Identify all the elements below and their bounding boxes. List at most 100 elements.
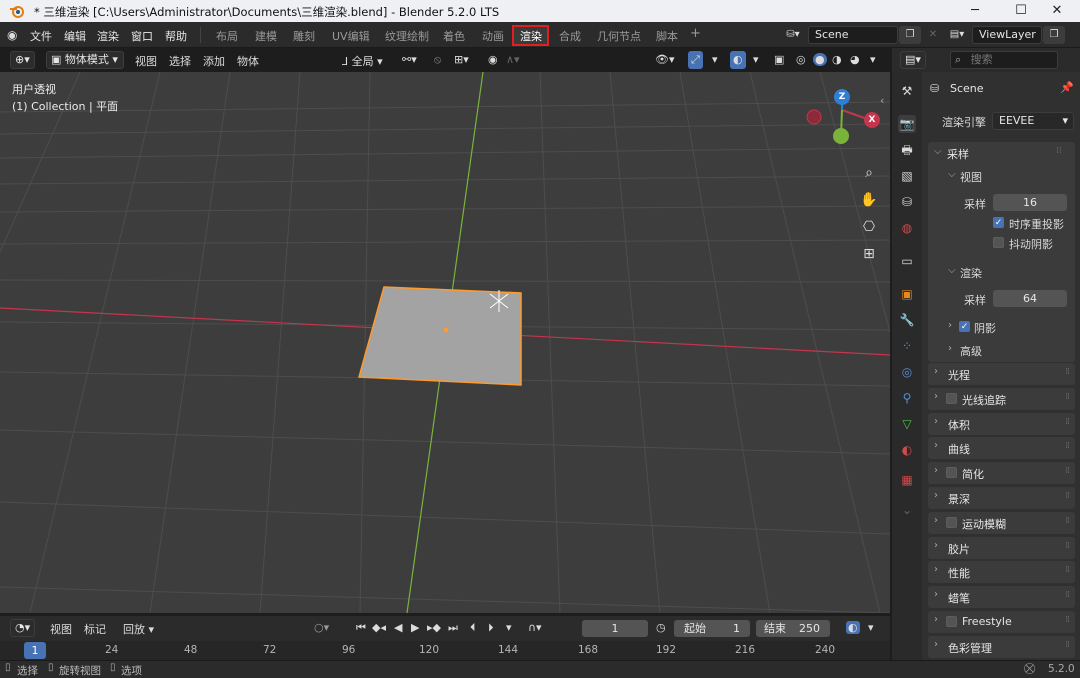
blender-menu-icon[interactable]: ◉ — [7, 28, 17, 42]
panel-4[interactable]: › 简化 ⁞⁞ — [928, 462, 1075, 485]
scene-tab-icon[interactable]: ⛁ — [898, 193, 916, 211]
panel-2[interactable]: › 体积 ⁞⁞ — [928, 412, 1075, 435]
tab-compositing[interactable]: 合成 — [559, 28, 581, 44]
timeline-editor-icon[interactable]: ◔▾ — [10, 619, 36, 637]
panel-enable-checkbox[interactable] — [946, 516, 957, 528]
keying-icon[interactable]: ○▾ — [314, 621, 329, 634]
sampling-collapse-icon[interactable]: ⌵ — [934, 146, 942, 157]
grip-icon[interactable]: ⁞⁞ — [1065, 392, 1070, 402]
render-engine-dropdown[interactable]: EEVEE ▾ — [992, 112, 1074, 130]
panel-0[interactable]: › 光程 ⁞⁞ — [928, 363, 1075, 385]
grip-icon[interactable]: ⁞⁞ — [1065, 491, 1070, 501]
sampling-title[interactable]: 采样 — [947, 146, 969, 162]
wireframe-shading-icon[interactable]: ◎ — [796, 53, 806, 66]
grip-icon[interactable]: ⁞⁞ — [1065, 516, 1070, 526]
new-view-layer-icon[interactable]: ❐ — [1043, 26, 1065, 44]
overlay-toggle-icon[interactable]: ◐ — [730, 51, 746, 69]
menu-help[interactable]: 帮助 — [165, 28, 187, 44]
render-subpanel-title[interactable]: 渲染 — [960, 265, 982, 281]
3d-viewport[interactable]: 用户透视 (1) Collection | 平面 Z X ⌕ ✋ ⎔ ⊞ ‹ — [0, 72, 890, 613]
shading-menu-icon[interactable]: ▾ — [870, 53, 876, 66]
current-frame-field[interactable]: 1 — [582, 620, 648, 637]
prev-frame-icon[interactable]: ⏴ — [470, 621, 476, 635]
viewport-subpanel-title[interactable]: 视图 — [960, 169, 982, 185]
constraints-tab-icon[interactable]: ⚲ — [898, 389, 916, 407]
sidebar-toggle-icon[interactable]: ‹ — [880, 94, 884, 107]
panel-8[interactable]: › 性能 ⁞⁞ — [928, 561, 1075, 584]
overlay-menu-icon[interactable]: ▾ — [753, 53, 759, 66]
panel-9[interactable]: › 蜡笔 ⁞⁞ — [928, 586, 1075, 609]
viewport-menu-select[interactable]: 选择 — [169, 53, 191, 69]
object-tab-icon[interactable]: ▣ — [898, 285, 916, 303]
grip-icon[interactable]: ⁞⁞ — [1065, 615, 1070, 625]
collection-tab-icon[interactable]: ▭ — [898, 252, 916, 270]
panel-1[interactable]: › 光线追踪 ⁞⁞ — [928, 387, 1075, 410]
grip-icon[interactable]: ⁞⁞ — [1065, 565, 1070, 575]
view-layer-selector-icon[interactable]: ▤▾ — [946, 26, 968, 44]
sampling-grip-icon[interactable]: ⁞⁞ — [1056, 146, 1062, 156]
scene-selector-icon[interactable]: ⛁▾ — [782, 26, 804, 44]
data-tab-icon[interactable]: ▽ — [898, 415, 916, 433]
mode-dropdown[interactable]: ▣ 物体模式 ▾ — [46, 51, 124, 69]
properties-search-input[interactable]: ⌕ 搜索 — [950, 51, 1058, 69]
editor-type-icon[interactable]: ⊕▾ — [10, 51, 35, 69]
view-layer-tab-icon[interactable]: ▧ — [898, 167, 916, 185]
shadows-expand-icon[interactable]: › — [948, 320, 952, 331]
viewport-subpanel-icon[interactable]: ⌵ — [948, 169, 956, 180]
advanced-expand-icon[interactable]: › — [948, 343, 952, 354]
timeline-overlay-menu-icon[interactable]: ▾ — [868, 621, 874, 634]
shadows-checkbox[interactable]: ✓ — [959, 321, 970, 332]
panel-enable-checkbox[interactable] — [946, 467, 957, 479]
tabs-more-icon[interactable]: ⌄ — [898, 501, 916, 519]
snap-icon[interactable]: ⦸ — [434, 53, 441, 67]
xray-icon[interactable]: ▣ — [774, 53, 784, 66]
advanced-label[interactable]: 高级 — [960, 343, 982, 359]
falloff-icon[interactable]: ∧▾ — [506, 53, 520, 66]
grip-icon[interactable]: ⁞⁞ — [1065, 367, 1070, 377]
visibility-icon[interactable]: 👁▾ — [655, 53, 675, 66]
panel-6[interactable]: › 运动模糊 ⁞⁞ — [928, 511, 1075, 534]
material-tab-icon[interactable]: ◐ — [898, 441, 916, 459]
grip-icon[interactable]: ⁞⁞ — [1065, 640, 1070, 650]
frame-ruler[interactable]: 1 24 48 72 96 120 144 168 192 216 240 — [0, 641, 890, 660]
shadows-label[interactable]: 阴影 — [974, 320, 996, 336]
next-keyframe-icon[interactable]: ▸◆ — [427, 621, 441, 634]
play-icon[interactable]: ▶ — [411, 621, 419, 634]
add-workspace-button[interactable]: + — [690, 26, 701, 41]
grip-icon[interactable]: ⁞⁞ — [1065, 541, 1070, 551]
tab-rendering[interactable]: 渲染 — [520, 28, 542, 44]
view-layer-field[interactable]: ViewLayer — [972, 26, 1042, 44]
rendered-shading-icon[interactable]: ◕ — [850, 53, 860, 66]
jump-start-icon[interactable]: ⏮ — [356, 621, 366, 635]
particles-tab-icon[interactable]: ⁘ — [898, 337, 916, 355]
panel-enable-checkbox[interactable] — [946, 392, 957, 404]
menu-file[interactable]: 文件 — [30, 28, 52, 44]
tab-uv-editing[interactable]: UV编辑 — [332, 28, 370, 44]
minimize-button[interactable]: ─ — [952, 0, 998, 22]
tab-modeling[interactable]: 建模 — [255, 28, 277, 44]
pan-hand-icon[interactable]: ✋ — [857, 188, 881, 212]
gizmo-z-axis[interactable]: Z — [834, 89, 850, 105]
timeline-overlay-icon[interactable]: ◐ — [846, 621, 860, 634]
camera-view-icon[interactable]: ⎔ — [857, 215, 881, 239]
ortho-toggle-icon[interactable]: ⊞ — [857, 242, 881, 266]
grip-icon[interactable]: ⁞⁞ — [1065, 417, 1070, 427]
panel-11[interactable]: › 色彩管理 ⁞⁞ — [928, 635, 1075, 658]
viewport-samples-field[interactable]: 16 — [993, 194, 1067, 211]
texture-tab-icon[interactable]: ▦ — [898, 471, 916, 489]
tool-tab-icon[interactable]: ⚒ — [898, 82, 916, 100]
close-button[interactable]: ✕ — [1034, 0, 1080, 22]
tab-layout[interactable]: 布局 — [216, 28, 238, 44]
viewport-menu-add[interactable]: 添加 — [203, 53, 225, 69]
timeline-menu-view[interactable]: 视图 — [50, 621, 72, 637]
pivot-icon[interactable]: ⚯▾ — [402, 53, 417, 66]
tab-shading[interactable]: 着色 — [443, 28, 465, 44]
playback-dropdown[interactable]: 回放 ▾ — [123, 621, 154, 637]
panel-enable-checkbox[interactable] — [946, 616, 957, 627]
render-subpanel-icon[interactable]: ⌵ — [948, 265, 956, 276]
timeline-menu-marker[interactable]: 标记 — [84, 621, 106, 637]
panel-3[interactable]: › 曲线 ⁞⁞ — [928, 437, 1075, 460]
delete-scene-icon[interactable]: ✕ — [922, 26, 944, 44]
pin-icon[interactable]: 📌 — [1060, 81, 1074, 94]
output-tab-icon[interactable]: 🖶 — [898, 141, 916, 159]
